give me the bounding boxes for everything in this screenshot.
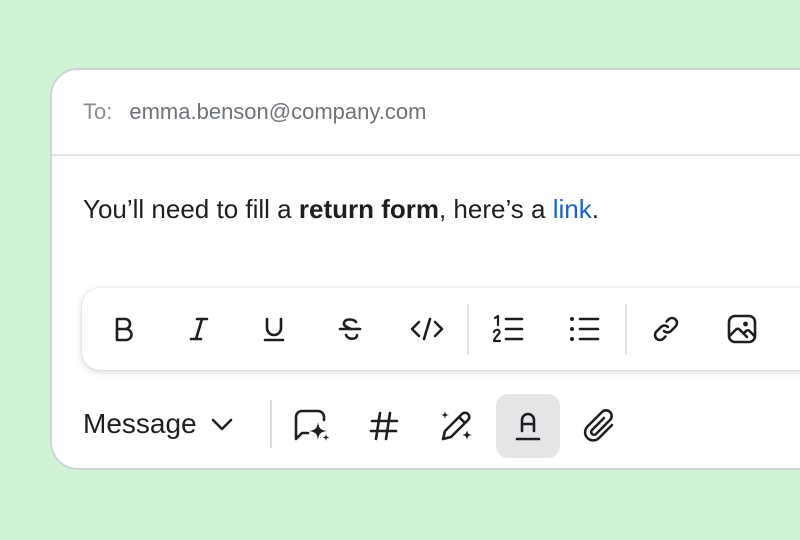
ai-rewrite-button[interactable] xyxy=(424,394,488,458)
italic-button[interactable] xyxy=(179,309,219,349)
message-text: You’ll need to fill a xyxy=(83,194,299,224)
tag-button[interactable] xyxy=(352,394,416,458)
attach-button[interactable] xyxy=(568,394,632,458)
numbered-list-icon xyxy=(492,314,524,343)
underline-icon xyxy=(263,317,285,342)
email-composer: To: emma.benson@company.com You’ll need … xyxy=(50,68,800,470)
image-icon xyxy=(727,314,757,344)
insert-image-button[interactable] xyxy=(722,309,762,349)
to-label: To: xyxy=(83,99,113,124)
message-text: , here’s a xyxy=(438,194,553,224)
toolbar-divider xyxy=(625,304,627,354)
formatting-toolbar xyxy=(82,288,800,370)
message-text: . xyxy=(591,194,599,224)
numbered-list-button[interactable] xyxy=(488,309,528,349)
toolbar-divider xyxy=(270,400,272,448)
ai-compose-button[interactable] xyxy=(280,394,344,458)
strikethrough-button[interactable] xyxy=(330,309,370,349)
chevron-down-icon xyxy=(209,411,235,437)
bullet-list-button[interactable] xyxy=(565,309,605,349)
message-type-label: Message xyxy=(83,408,197,439)
italic-icon xyxy=(189,317,209,341)
text-color-button[interactable] xyxy=(496,394,560,458)
magic-pen-icon xyxy=(441,411,472,441)
text-color-icon xyxy=(515,412,541,441)
recipient-email[interactable]: emma.benson@company.com xyxy=(129,99,426,125)
toolbar-divider xyxy=(467,304,469,354)
message-link[interactable]: link xyxy=(553,194,592,224)
code-button[interactable] xyxy=(407,309,447,349)
bullet-list-icon xyxy=(570,317,600,341)
hash-icon xyxy=(369,411,399,441)
bold-icon xyxy=(115,317,133,342)
ai-chat-icon xyxy=(294,409,330,441)
link-icon xyxy=(653,316,679,342)
strikethrough-icon xyxy=(338,318,362,341)
message-bold-text: return form xyxy=(298,194,439,224)
insert-link-button[interactable] xyxy=(646,309,686,349)
recipient-row[interactable]: To: emma.benson@company.com xyxy=(52,70,800,156)
compose-actions: Message xyxy=(52,392,800,458)
bold-button[interactable] xyxy=(104,309,144,349)
underline-button[interactable] xyxy=(254,309,294,349)
message-type-dropdown[interactable]: Message xyxy=(83,402,235,446)
message-body[interactable]: You’ll need to fill a return form, here’… xyxy=(83,194,599,225)
attachment-icon xyxy=(583,409,614,442)
code-icon xyxy=(410,317,444,341)
